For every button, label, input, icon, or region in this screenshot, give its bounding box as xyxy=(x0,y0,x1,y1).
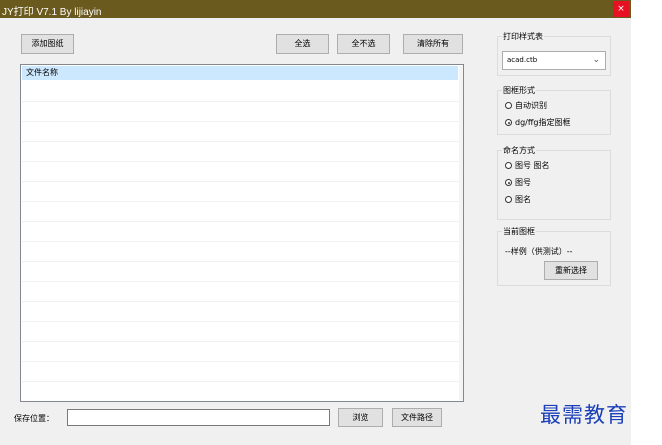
list-row-divider xyxy=(22,261,462,262)
file-name-column-header[interactable]: 文件名称 xyxy=(22,66,458,80)
list-row-divider xyxy=(22,381,462,382)
save-location-label: 保存位置： xyxy=(14,414,54,423)
radio-label: dg/ffg指定图框 xyxy=(515,118,571,127)
frame-type-specified-radio[interactable]: dg/ffg指定图框 xyxy=(505,117,570,128)
current-frame-sample: --样例（供测试）-- xyxy=(505,247,573,256)
radio-icon xyxy=(505,196,512,203)
watermark-text: 最需教育 xyxy=(540,403,628,427)
frame-type-title: 图框形式 xyxy=(502,85,536,96)
radio-icon xyxy=(505,102,512,109)
print-style-title: 打印样式表 xyxy=(502,31,544,42)
print-style-select[interactable]: acad.ctb ⌄ xyxy=(502,51,606,70)
list-row-divider xyxy=(22,201,462,202)
list-row-divider xyxy=(22,161,462,162)
radio-checked-icon xyxy=(505,119,512,126)
list-row-divider xyxy=(22,241,462,242)
list-row-divider xyxy=(22,321,462,322)
file-list-scrollbar[interactable] xyxy=(459,66,463,400)
list-row-divider xyxy=(22,101,462,102)
radio-label: 自动识别 xyxy=(515,101,547,110)
add-drawing-button[interactable]: 添加图纸 xyxy=(21,34,74,54)
list-row-divider xyxy=(22,281,462,282)
frame-type-group xyxy=(497,90,611,135)
radio-checked-icon xyxy=(505,179,512,186)
file-list[interactable]: 文件名称 xyxy=(20,64,464,402)
radio-label: 图名 xyxy=(515,195,531,204)
list-row-divider xyxy=(22,301,462,302)
frame-type-auto-radio[interactable]: 自动识别 xyxy=(505,100,547,111)
save-path-input[interactable] xyxy=(67,409,330,426)
reselect-button[interactable]: 重新选择 xyxy=(544,261,598,280)
naming-title: 命名方式 xyxy=(502,145,536,156)
app-window: JY打印 V7.1 By lijiayin × 添加图纸 全选 全不选 清除所有… xyxy=(0,0,631,445)
window-title: JY打印 V7.1 By lijiayin xyxy=(2,7,102,18)
radio-label: 图号 图名 xyxy=(515,161,550,170)
list-row-divider xyxy=(22,361,462,362)
current-frame-title: 当前图框 xyxy=(502,226,536,237)
list-row-divider xyxy=(22,141,462,142)
browse-button[interactable]: 浏览 xyxy=(338,408,383,427)
select-all-button[interactable]: 全选 xyxy=(276,34,329,54)
naming-title-radio[interactable]: 图名 xyxy=(505,194,531,205)
list-row-divider xyxy=(22,121,462,122)
select-none-button[interactable]: 全不选 xyxy=(337,34,390,54)
print-style-value: acad.ctb xyxy=(507,56,538,64)
close-button[interactable]: × xyxy=(613,1,629,17)
file-path-button[interactable]: 文件路径 xyxy=(392,408,442,427)
clear-all-button[interactable]: 清除所有 xyxy=(403,34,463,54)
naming-number-radio[interactable]: 图号 xyxy=(505,177,531,188)
list-row-divider xyxy=(22,221,462,222)
title-bar: JY打印 V7.1 By lijiayin × xyxy=(0,0,631,18)
list-row-divider xyxy=(22,341,462,342)
radio-icon xyxy=(505,162,512,169)
naming-number-title-radio[interactable]: 图号 图名 xyxy=(505,160,550,171)
list-row-divider xyxy=(22,181,462,182)
radio-label: 图号 xyxy=(515,178,531,187)
chevron-down-icon: ⌄ xyxy=(592,55,600,65)
